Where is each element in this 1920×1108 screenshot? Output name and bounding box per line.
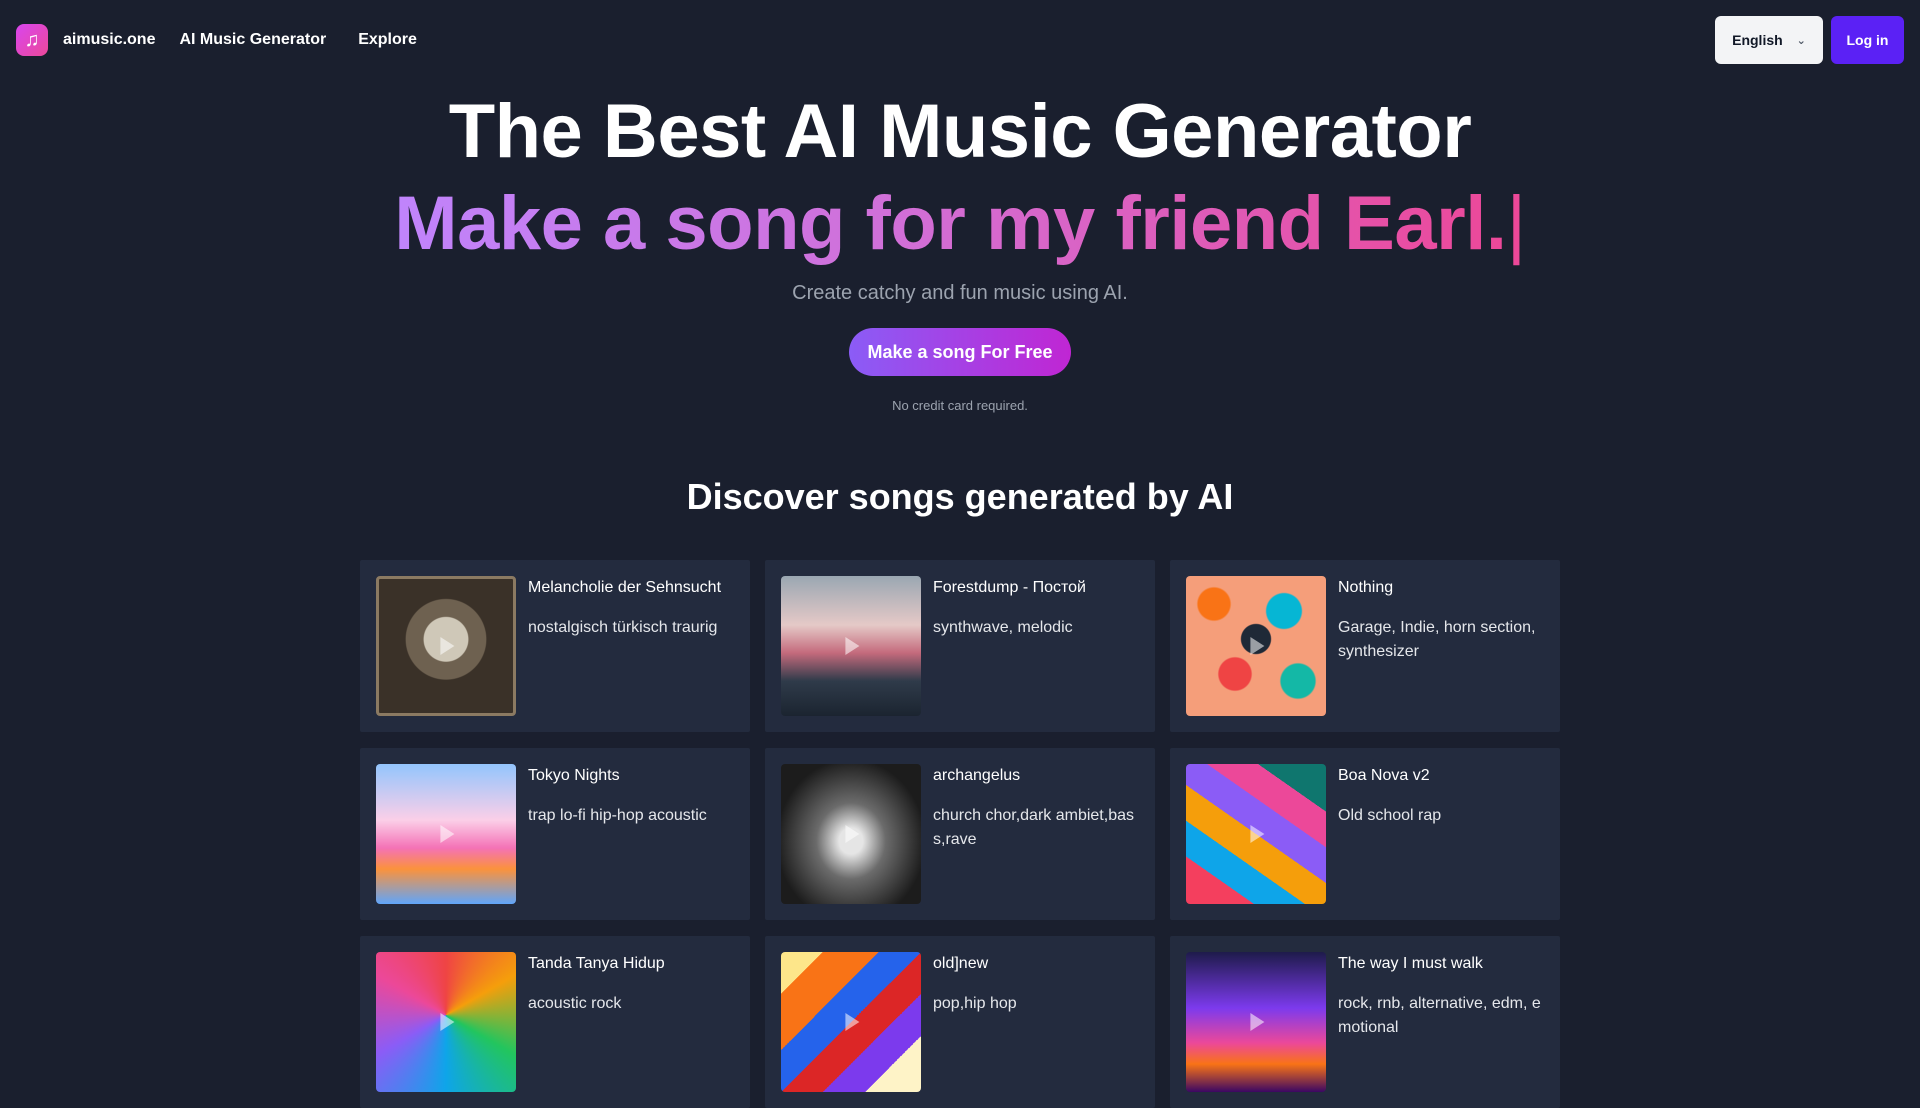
song-cover[interactable]	[376, 952, 516, 1092]
play-icon[interactable]	[440, 825, 455, 843]
song-title[interactable]: archangelus	[933, 764, 1139, 788]
song-cover[interactable]	[1186, 764, 1326, 904]
discover-title: Discover songs generated by AI	[686, 476, 1234, 517]
nav-ai-music-generator[interactable]: AI Music Generator	[179, 31, 326, 49]
song-card[interactable]: Boa Nova v2 Old school rap	[1170, 748, 1560, 920]
song-card[interactable]: Melancholie der Sehnsucht nostalgisch tü…	[360, 560, 750, 732]
play-icon[interactable]	[1250, 825, 1265, 843]
chevron-down-icon: ⌄	[1796, 34, 1806, 47]
song-title[interactable]: Boa Nova v2	[1338, 764, 1544, 788]
song-title[interactable]: Forestdump - Постой	[933, 576, 1139, 600]
play-icon[interactable]	[845, 637, 860, 655]
song-card[interactable]: old]new pop,hip hop	[765, 936, 1155, 1108]
play-icon[interactable]	[845, 825, 860, 843]
song-title[interactable]: The way I must walk	[1338, 952, 1544, 976]
song-card[interactable]: archangelus church chor,dark ambiet,bass…	[765, 748, 1155, 920]
hero-typed-text: Make a song for my friend Earl.|	[0, 180, 1920, 267]
hero-subtitle: Create catchy and fun music using AI.	[792, 282, 1128, 304]
play-icon[interactable]	[440, 637, 455, 655]
song-tags: pop,hip hop	[933, 995, 1017, 1012]
play-icon[interactable]	[845, 1013, 860, 1031]
top-nav: ♫ aimusic.one AI Music Generator Explore…	[0, 0, 1920, 80]
play-icon[interactable]	[440, 1013, 455, 1031]
song-cover[interactable]	[781, 576, 921, 716]
song-cover[interactable]	[781, 952, 921, 1092]
music-note-icon[interactable]: ♫	[16, 24, 48, 56]
play-icon[interactable]	[1250, 1013, 1265, 1031]
song-cover[interactable]	[376, 764, 516, 904]
language-label: English	[1732, 32, 1783, 48]
song-card[interactable]: The way I must walk rock, rnb, alternati…	[1170, 936, 1560, 1108]
song-cover[interactable]	[781, 764, 921, 904]
song-title[interactable]: Tokyo Nights	[528, 764, 734, 788]
make-song-free-button[interactable]: Make a song For Free	[849, 328, 1071, 376]
song-card[interactable]: Nothing Garage, Indie, horn section, syn…	[1170, 560, 1560, 732]
song-card[interactable]: Forestdump - Постой synthwave, melodic	[765, 560, 1155, 732]
song-tags: trap lo-fi hip-hop acoustic	[528, 807, 707, 824]
song-tags: church chor,dark ambiet,bass,rave	[933, 807, 1134, 848]
song-tags: nostalgisch türkisch traurig	[528, 619, 718, 636]
nav-explore[interactable]: Explore	[358, 31, 417, 49]
login-button[interactable]: Log in	[1831, 16, 1904, 64]
song-cover[interactable]	[1186, 576, 1326, 716]
song-title[interactable]: Nothing	[1338, 576, 1544, 600]
header-actions: English ⌄ Log in	[1715, 16, 1904, 64]
song-tags: Old school rap	[1338, 807, 1442, 824]
brand-link[interactable]: aimusic.one	[63, 31, 155, 49]
hero-title: The Best AI Music Generator	[448, 89, 1472, 174]
no-credit-card-note: No credit card required.	[892, 398, 1028, 413]
typed-prompt: Make a song for my friend Earl.	[394, 181, 1507, 266]
song-cover[interactable]	[376, 576, 516, 716]
typing-caret: |	[1506, 181, 1526, 266]
song-tags: synthwave, melodic	[933, 619, 1073, 636]
song-tags: acoustic rock	[528, 995, 622, 1012]
song-title[interactable]: old]new	[933, 952, 1139, 976]
play-icon[interactable]	[1250, 637, 1265, 655]
language-select[interactable]: English ⌄	[1715, 16, 1823, 64]
song-tags: rock, rnb, alternative, edm, emotional	[1338, 995, 1541, 1036]
song-tags: Garage, Indie, horn section, synthesizer	[1338, 619, 1536, 660]
song-grid: Melancholie der Sehnsucht nostalgisch tü…	[360, 560, 1560, 1108]
song-title[interactable]: Melancholie der Sehnsucht	[528, 576, 734, 600]
song-card[interactable]: Tanda Tanya Hidup acoustic rock	[360, 936, 750, 1108]
song-cover[interactable]	[1186, 952, 1326, 1092]
song-card[interactable]: Tokyo Nights trap lo-fi hip-hop acoustic	[360, 748, 750, 920]
song-title[interactable]: Tanda Tanya Hidup	[528, 952, 734, 976]
